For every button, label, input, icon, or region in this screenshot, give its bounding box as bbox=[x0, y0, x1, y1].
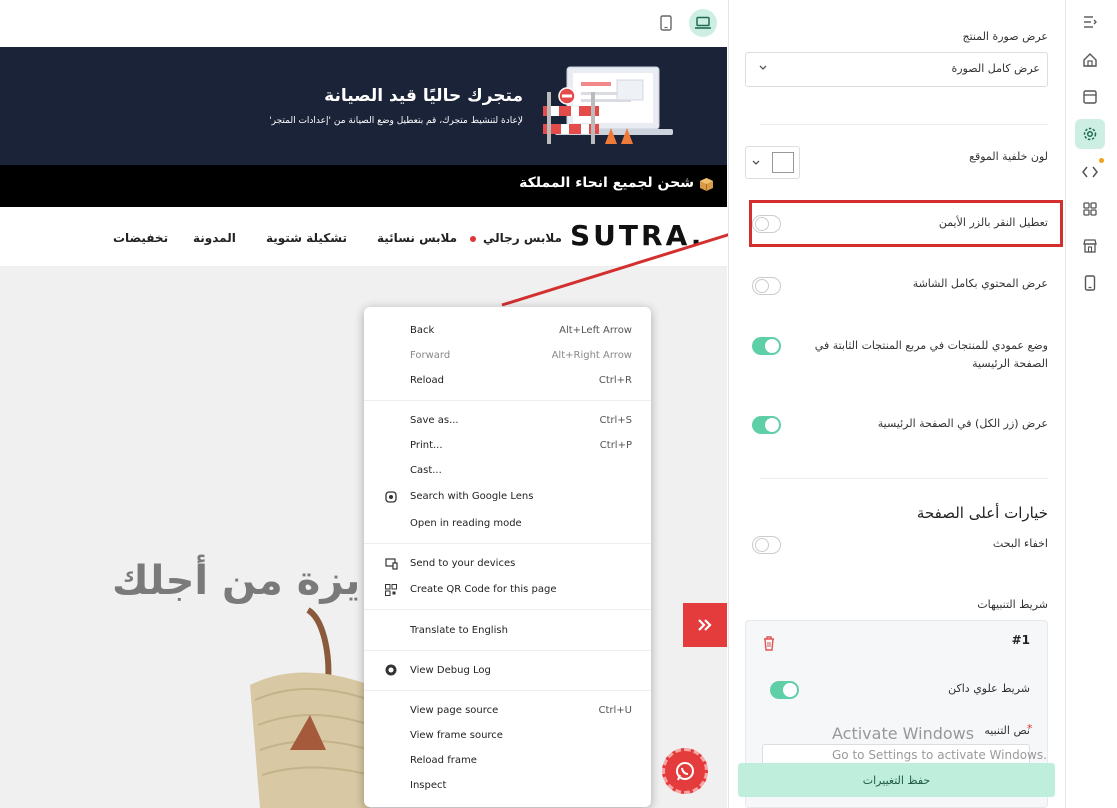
ctx-separator bbox=[364, 543, 651, 544]
ctx-page-source-shortcut: Ctrl+U bbox=[598, 705, 633, 716]
divider bbox=[760, 478, 1048, 479]
show-all-label: عرض (زر الكل) في الصفحة الرئيسية bbox=[877, 417, 1048, 430]
hide-search-label: اخفاء البحث bbox=[992, 537, 1048, 550]
ctx-back[interactable]: Back bbox=[410, 325, 434, 336]
show-all-toggle[interactable] bbox=[752, 416, 781, 434]
debug-log-icon bbox=[384, 663, 398, 677]
required-asterisk: * bbox=[1027, 722, 1033, 735]
bg-color-label: لون خلفية الموقع bbox=[969, 150, 1048, 163]
ctx-separator bbox=[364, 400, 651, 401]
list-icon[interactable] bbox=[1069, 7, 1111, 37]
double-chevron-icon bbox=[698, 619, 712, 631]
mobile-preview-button[interactable] bbox=[652, 9, 680, 37]
maintenance-subtitle: لإعادة لتنشيط متجرك، قم بتعطيل وضع الصيا… bbox=[269, 116, 523, 126]
ctx-google-lens[interactable]: Search with Google Lens bbox=[410, 491, 533, 502]
product-image-value: عرض كامل الصورة bbox=[951, 62, 1040, 75]
shipping-text: شحن لجميع انحاء المملكة bbox=[519, 175, 694, 191]
chevron-down-icon bbox=[759, 65, 767, 70]
ctx-send-devices[interactable]: Send to your devices bbox=[410, 558, 515, 569]
ctx-save-shortcut: Ctrl+S bbox=[599, 415, 632, 426]
ctx-reload-shortcut: Ctrl+R bbox=[598, 375, 632, 386]
ctx-save-as[interactable]: Save as... bbox=[410, 415, 459, 426]
divider bbox=[760, 124, 1048, 125]
layout-icon[interactable] bbox=[1069, 82, 1111, 112]
color-swatch bbox=[772, 152, 794, 173]
ctx-separator bbox=[364, 690, 651, 691]
hide-search-toggle[interactable] bbox=[752, 536, 781, 554]
full-width-label: عرض المحتوي بكامل الشاشة bbox=[912, 277, 1048, 290]
dark-top-bar-toggle[interactable] bbox=[770, 681, 799, 699]
nav-dot bbox=[470, 236, 476, 242]
vertical-products-toggle[interactable] bbox=[752, 337, 781, 355]
dark-top-bar-label: شريط علوي داكن bbox=[948, 682, 1030, 695]
ctx-reload[interactable]: Reload bbox=[410, 375, 444, 386]
ctx-separator bbox=[364, 650, 651, 651]
nav-item-blog[interactable]: المدونة bbox=[193, 231, 236, 245]
windows-watermark-title: Activate Windows bbox=[832, 724, 975, 743]
nav-item-men[interactable]: ملابس رجالي bbox=[483, 231, 562, 245]
save-changes-button[interactable]: حفظ التغييرات bbox=[738, 763, 1055, 797]
whatsapp-icon bbox=[676, 762, 694, 781]
product-image-label: عرض صورة المنتج bbox=[962, 30, 1048, 43]
box-icon bbox=[700, 178, 713, 191]
disable-right-click-toggle[interactable] bbox=[752, 215, 781, 233]
nav-item-winter[interactable]: تشكيلة شتوية bbox=[266, 231, 347, 245]
ctx-reload-frame[interactable]: Reload frame bbox=[410, 755, 477, 766]
notification-dot bbox=[1099, 158, 1104, 163]
code-icon[interactable] bbox=[1069, 157, 1111, 187]
qr-code-icon bbox=[384, 583, 398, 597]
disable-right-click-label: تعطيل النقر بالزر الأيمن bbox=[938, 216, 1048, 229]
store-icon[interactable] bbox=[1069, 231, 1111, 261]
ctx-print[interactable]: Print... bbox=[410, 440, 443, 451]
alerts-bar-label: شريط التنبيهات bbox=[977, 598, 1048, 611]
ctx-cast[interactable]: Cast... bbox=[410, 465, 442, 476]
mobile-icon bbox=[660, 15, 672, 31]
apps-icon[interactable] bbox=[1069, 194, 1111, 224]
vertical-products-label: وضع عمودي للمنتجات في مربع المنتجات الثا… bbox=[814, 339, 1048, 370]
maintenance-illustration bbox=[543, 66, 673, 144]
ctx-print-shortcut: Ctrl+P bbox=[599, 440, 632, 451]
full-width-toggle[interactable] bbox=[752, 277, 781, 295]
alert-number: #1 bbox=[1011, 633, 1030, 647]
ctx-debug-log[interactable]: View Debug Log bbox=[410, 665, 491, 676]
nav-item-sale[interactable]: تخفيضات bbox=[113, 231, 168, 245]
preview-top-bar bbox=[0, 0, 727, 47]
store-logo[interactable]: SUTRA. bbox=[570, 219, 704, 252]
ctx-forward[interactable]: Forward bbox=[410, 350, 450, 361]
slider-arrow-button[interactable] bbox=[683, 603, 727, 647]
ctx-back-shortcut: Alt+Left Arrow bbox=[559, 325, 632, 336]
ctx-inspect[interactable]: Inspect bbox=[410, 780, 446, 791]
maintenance-title: متجرك حاليًا قيد الصيانة bbox=[324, 86, 523, 106]
nav-item-women[interactable]: ملابس نسائية bbox=[377, 231, 457, 245]
trash-icon[interactable] bbox=[762, 635, 776, 651]
send-devices-icon bbox=[384, 557, 398, 571]
home-icon[interactable] bbox=[1069, 45, 1111, 75]
desktop-icon bbox=[695, 16, 711, 29]
ctx-translate[interactable]: Translate to English bbox=[410, 625, 508, 636]
desktop-preview-button[interactable] bbox=[689, 9, 717, 37]
ctx-separator bbox=[364, 609, 651, 610]
ctx-forward-shortcut: Alt+Right Arrow bbox=[551, 350, 632, 361]
ctx-frame-source[interactable]: View frame source bbox=[410, 730, 503, 741]
windows-watermark-subtitle: Go to Settings to activate Windows. bbox=[832, 748, 1047, 762]
bag-image bbox=[250, 607, 370, 808]
ctx-reading-mode[interactable]: Open in reading mode bbox=[410, 518, 522, 529]
top-options-heading: خيارات أعلى الصفحة bbox=[916, 504, 1048, 522]
settings-icon[interactable] bbox=[1075, 119, 1105, 149]
ctx-qr-code[interactable]: Create QR Code for this page bbox=[410, 584, 557, 595]
google-lens-icon bbox=[384, 490, 398, 504]
ctx-page-source[interactable]: View page source bbox=[410, 705, 498, 716]
hero-text: يزة من أجلك bbox=[112, 558, 361, 604]
whatsapp-button[interactable] bbox=[662, 748, 708, 794]
chevron-down-icon bbox=[752, 160, 760, 165]
mobile-icon[interactable] bbox=[1069, 268, 1111, 298]
